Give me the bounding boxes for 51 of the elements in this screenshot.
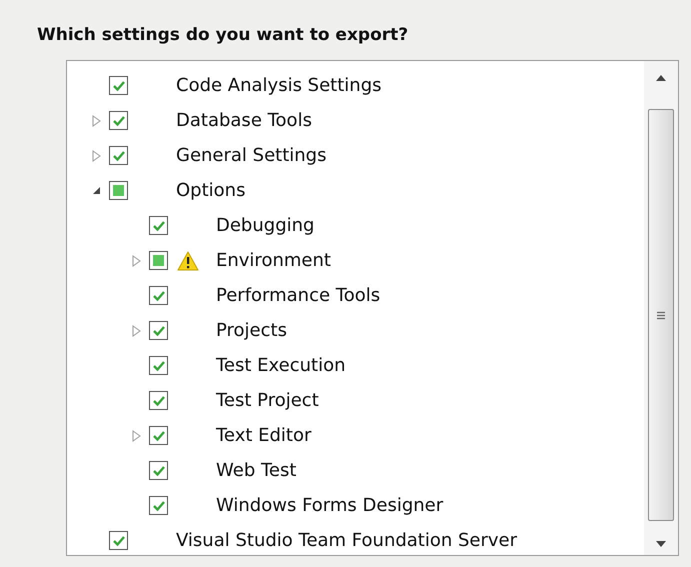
checkmark-icon bbox=[152, 360, 166, 372]
tree-item[interactable]: Debugging bbox=[216, 215, 314, 236]
checkmark-icon bbox=[152, 220, 166, 232]
checkbox[interactable] bbox=[149, 426, 168, 445]
checkmark-icon bbox=[112, 80, 126, 92]
tree-item[interactable]: Database Tools bbox=[176, 110, 312, 131]
checkbox[interactable] bbox=[109, 111, 128, 130]
tree-item[interactable]: Text Editor bbox=[216, 425, 312, 446]
checkbox[interactable] bbox=[149, 391, 168, 410]
checkmark-icon bbox=[112, 114, 126, 126]
checkmark-icon bbox=[152, 290, 166, 302]
tree-item[interactable]: Test Execution bbox=[216, 355, 346, 376]
checkmark-icon bbox=[152, 430, 166, 442]
checkbox[interactable] bbox=[109, 531, 128, 550]
checkmark-icon bbox=[152, 500, 166, 512]
vertical-scrollbar[interactable] bbox=[644, 61, 678, 555]
checkbox[interactable] bbox=[149, 216, 168, 235]
checkmark-icon bbox=[152, 464, 166, 476]
checkbox[interactable] bbox=[109, 146, 128, 165]
collapse-arrow-icon[interactable] bbox=[92, 186, 100, 195]
checkbox[interactable] bbox=[149, 321, 168, 340]
checkmark-icon bbox=[112, 150, 126, 162]
scroll-up-icon[interactable] bbox=[656, 75, 666, 81]
checkbox[interactable] bbox=[109, 181, 128, 200]
tree-item[interactable]: Options bbox=[176, 180, 246, 201]
section-heading: Which settings do you want to export? bbox=[37, 24, 410, 47]
checkbox[interactable] bbox=[149, 356, 168, 375]
tree-item[interactable]: Web Test bbox=[216, 460, 296, 481]
checkbox[interactable] bbox=[109, 76, 128, 95]
scrollbar-thumb[interactable] bbox=[648, 109, 674, 521]
checkbox[interactable] bbox=[149, 461, 168, 480]
expand-arrow-icon[interactable] bbox=[132, 430, 140, 442]
checkbox[interactable] bbox=[149, 286, 168, 305]
tree-item[interactable]: General Settings bbox=[176, 145, 326, 166]
tree-item[interactable]: Environment bbox=[216, 250, 331, 271]
checkmark-icon bbox=[112, 534, 126, 546]
checkmark-icon bbox=[152, 394, 166, 406]
tree-item[interactable]: Visual Studio Team Foundation Server bbox=[176, 530, 518, 551]
tree-item[interactable]: Projects bbox=[216, 320, 287, 341]
expand-arrow-icon[interactable] bbox=[132, 324, 140, 336]
expand-arrow-icon[interactable] bbox=[92, 114, 100, 126]
tree-item[interactable]: Windows Forms Designer bbox=[216, 495, 444, 516]
expand-arrow-icon[interactable] bbox=[92, 150, 100, 162]
tree-item[interactable]: Performance Tools bbox=[216, 285, 380, 306]
checkmark-icon bbox=[152, 324, 166, 336]
expand-arrow-icon[interactable] bbox=[132, 254, 140, 266]
checkbox[interactable] bbox=[149, 251, 168, 270]
checkbox[interactable] bbox=[149, 496, 168, 515]
tree-item[interactable]: Test Project bbox=[216, 390, 319, 411]
scroll-down-icon[interactable] bbox=[656, 541, 666, 547]
tree-item[interactable]: Code Analysis Settings bbox=[176, 75, 382, 96]
